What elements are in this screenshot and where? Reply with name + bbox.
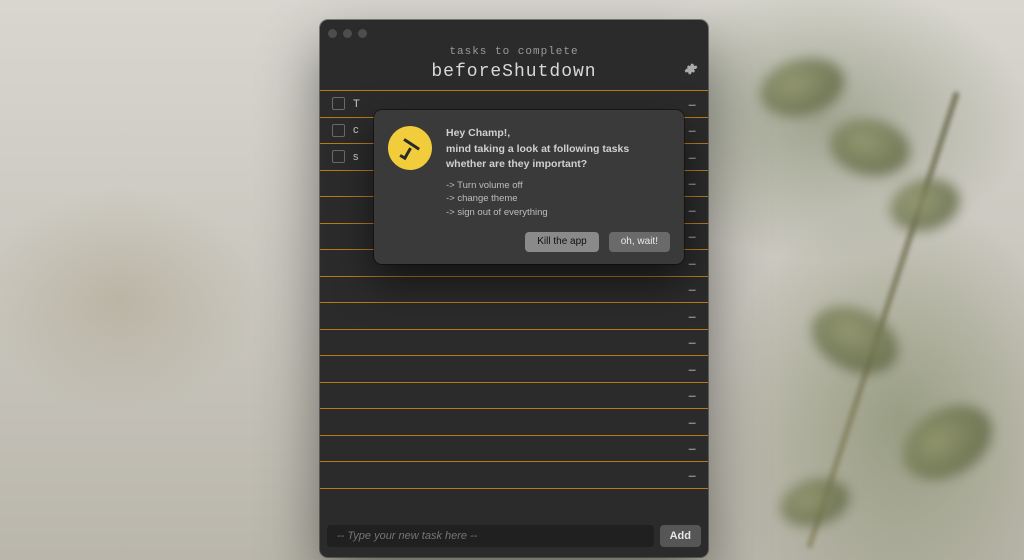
task-row[interactable]: –: [320, 277, 708, 304]
dialog-task-list: -> Turn volume off-> change theme-> sign…: [446, 179, 629, 220]
remove-task-icon[interactable]: –: [688, 361, 696, 377]
traffic-light-close[interactable]: [328, 29, 337, 38]
gear-icon[interactable]: [684, 62, 698, 76]
task-row[interactable]: –: [320, 462, 708, 489]
remove-task-icon[interactable]: –: [688, 440, 696, 456]
remove-task-icon[interactable]: –: [688, 414, 696, 430]
task-row[interactable]: –: [320, 356, 708, 383]
remove-task-icon[interactable]: –: [688, 175, 696, 191]
remove-task-icon[interactable]: –: [688, 467, 696, 483]
task-row[interactable]: –: [320, 383, 708, 410]
decor-leaf: [754, 50, 850, 125]
decor-leaf: [885, 172, 966, 238]
new-task-input[interactable]: [327, 525, 654, 547]
decor-leaf: [802, 294, 909, 386]
remove-task-icon[interactable]: –: [688, 255, 696, 271]
remove-task-icon[interactable]: –: [688, 96, 696, 112]
decor-leaf: [890, 391, 1005, 495]
task-row[interactable]: –: [320, 330, 708, 357]
task-row[interactable]: –: [320, 436, 708, 463]
remove-task-icon[interactable]: –: [688, 149, 696, 165]
traffic-light-zoom[interactable]: [358, 29, 367, 38]
task-row[interactable]: –: [320, 303, 708, 330]
lemon-check-icon: [383, 121, 437, 175]
task-checkbox[interactable]: [332, 97, 345, 110]
wait-button[interactable]: oh, wait!: [609, 232, 670, 252]
confirm-dialog: Hey Champ!, mind taking a look at follow…: [374, 110, 684, 264]
add-button[interactable]: Add: [660, 525, 701, 547]
decor-leaf: [826, 113, 914, 181]
dialog-greeting: Hey Champ!,: [446, 127, 510, 139]
remove-task-icon[interactable]: –: [688, 228, 696, 244]
task-checkbox[interactable]: [332, 124, 345, 137]
remove-task-icon[interactable]: –: [688, 387, 696, 403]
dialog-task-item: -> change theme: [446, 192, 629, 206]
app-header: tasks to complete beforeShutdown: [320, 40, 708, 90]
kill-app-button[interactable]: Kill the app: [525, 232, 598, 252]
dialog-message-line-2: whether are they important?: [446, 158, 587, 170]
remove-task-icon[interactable]: –: [688, 281, 696, 297]
task-checkbox[interactable]: [332, 150, 345, 163]
app-window: tasks to complete beforeShutdown T–c–s––…: [320, 20, 708, 557]
header-subtitle: tasks to complete: [320, 46, 708, 58]
traffic-light-minimize[interactable]: [343, 29, 352, 38]
dialog-task-item: -> Turn volume off: [446, 179, 629, 193]
dialog-task-item: -> sign out of everything: [446, 206, 629, 220]
dialog-text: Hey Champ!, mind taking a look at follow…: [446, 126, 629, 220]
remove-task-icon[interactable]: –: [688, 334, 696, 350]
remove-task-icon[interactable]: –: [688, 202, 696, 218]
dialog-message-line-1: mind taking a look at following tasks: [446, 143, 629, 155]
app-footer: Add: [320, 515, 708, 557]
remove-task-icon[interactable]: –: [688, 308, 696, 324]
header-title: beforeShutdown: [320, 62, 708, 82]
window-titlebar[interactable]: [320, 20, 708, 40]
task-text: T: [353, 98, 680, 110]
decor-leaf: [775, 472, 854, 534]
desktop-background: tasks to complete beforeShutdown T–c–s––…: [0, 0, 1024, 560]
task-row[interactable]: –: [320, 409, 708, 436]
remove-task-icon[interactable]: –: [688, 122, 696, 138]
